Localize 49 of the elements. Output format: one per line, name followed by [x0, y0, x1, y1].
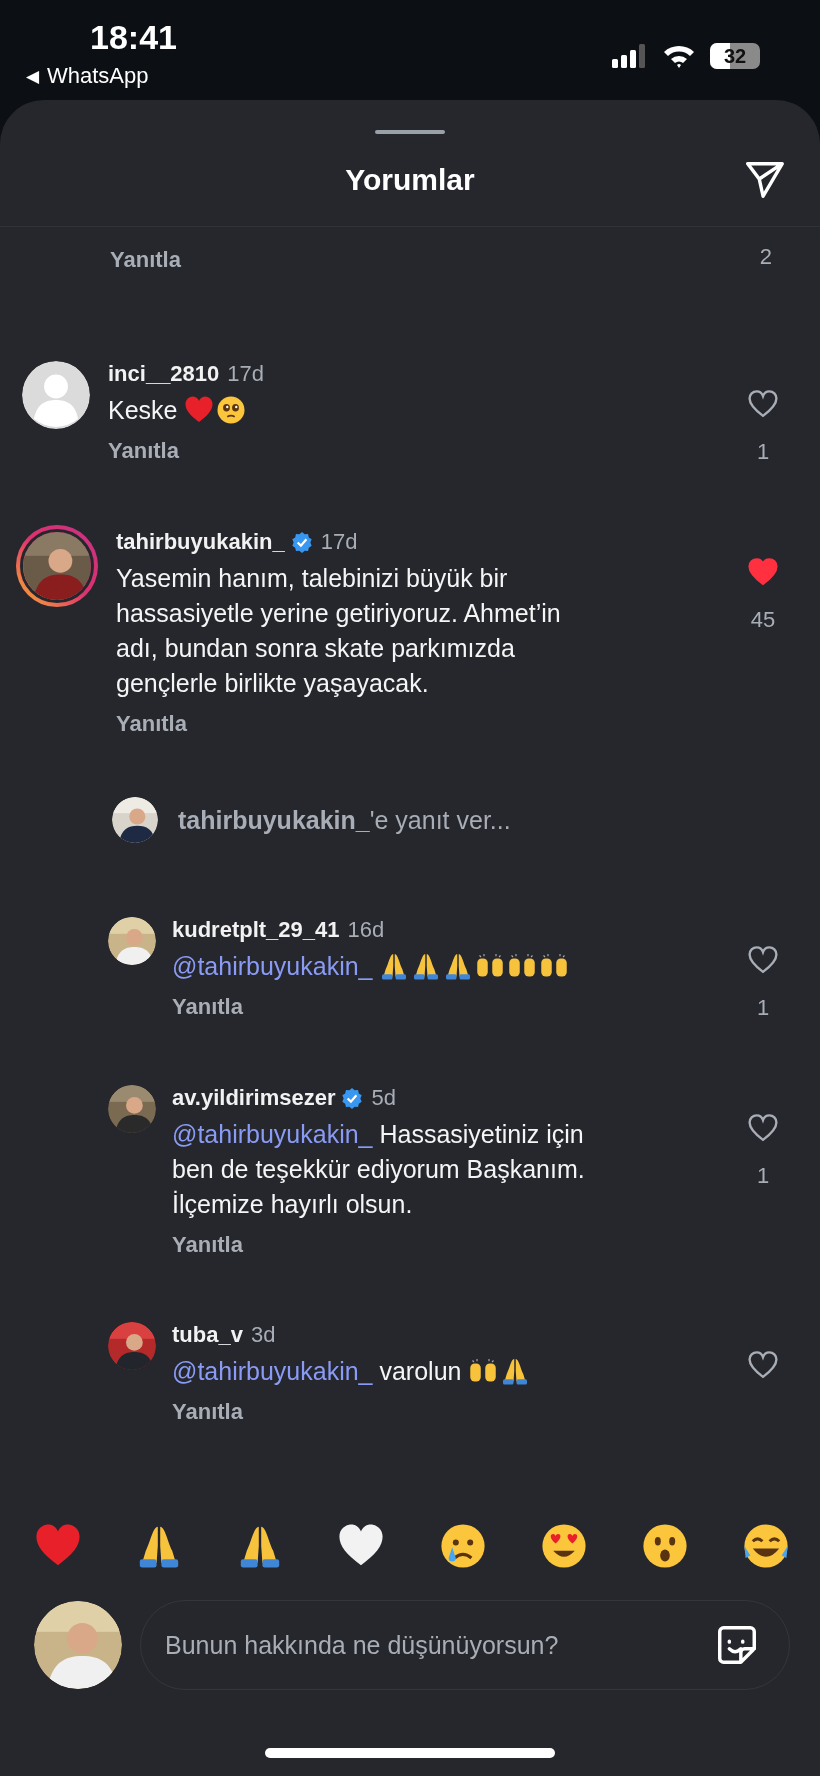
pleading-face-icon	[216, 395, 247, 425]
comment-time: 5d	[371, 1085, 396, 1111]
username[interactable]: kudretplt_29_41	[172, 917, 340, 943]
comment-text: Keske	[108, 393, 598, 428]
username[interactable]: tahirbuyukakin_	[116, 529, 285, 555]
reply-button[interactable]: Yanıtla	[110, 247, 181, 273]
comment-time: 16d	[347, 917, 385, 943]
like-heart-icon[interactable]	[747, 945, 779, 975]
like-count: 1	[756, 995, 770, 1021]
like-count: 1	[756, 439, 770, 465]
username[interactable]: tuba_v	[172, 1322, 243, 1348]
reply-prompt[interactable]: tahirbuyukakin_'e yanıt ver...	[178, 805, 511, 835]
comment-text: Yasemin hanım, talebinizi büyük bir hassasiyetle yerine getiriyoruz. Ahmet’in adı, bundan sonra skate parkımızda gençlerle birlikte yaşayacak.	[116, 563, 562, 699]
back-arrow[interactable]: ◀	[26, 65, 39, 87]
comment-time: 3d	[250, 1322, 276, 1348]
signal-icon	[612, 44, 648, 68]
reply-button[interactable]: Yanıtla	[172, 1399, 720, 1425]
default-avatar-icon	[22, 361, 90, 429]
comment-time: 17d	[320, 529, 358, 555]
reply-button[interactable]: Yanıtla	[116, 711, 718, 737]
comment-time: 17d	[227, 361, 265, 387]
reply-button[interactable]: Yanıtla	[172, 1232, 720, 1258]
like-count: 1	[756, 1163, 770, 1189]
username[interactable]: inci__2810	[108, 361, 220, 387]
like-count: 2	[759, 244, 772, 270]
back-app-link[interactable]: WhatsApp	[47, 63, 149, 89]
mention-link[interactable]: @tahirbuyukakin_	[172, 952, 373, 980]
crying-face-icon	[438, 1522, 487, 1570]
comment-text: @tahirbuyukakin_ Hassasiyetiniz için ben de teşekkür ediyorum Başkanım. İlçemize hayırlı olsun.	[172, 1119, 586, 1220]
username[interactable]: av.yildirimsezer	[172, 1085, 336, 1111]
reply-button[interactable]: Yanıtla	[172, 994, 720, 1020]
laughing-face-icon	[742, 1522, 790, 1570]
drag-handle[interactable]	[375, 130, 445, 134]
wifi-icon	[662, 44, 696, 68]
like-heart-icon[interactable]	[747, 557, 779, 587]
mention-link[interactable]: @tahirbuyukakin_	[172, 1120, 373, 1148]
like-heart-icon[interactable]	[747, 1350, 779, 1380]
like-heart-icon[interactable]	[747, 389, 779, 419]
heart-icon	[184, 395, 215, 425]
sheet-title: Yorumlar	[345, 163, 475, 197]
surprised-face-icon	[640, 1522, 689, 1570]
reply-button[interactable]: Yanıtla	[108, 438, 718, 464]
status-time: 18:41	[90, 18, 177, 57]
mention-link[interactable]: @tahirbuyukakin_	[172, 1357, 373, 1385]
comment-input[interactable]: Bunun hakkında ne düşünüyorsun?	[140, 1600, 790, 1690]
comment-text: @tahirbuyukakin_ varolun	[172, 1354, 622, 1389]
like-heart-icon[interactable]	[747, 1113, 779, 1143]
heart-eyes-face-icon	[539, 1522, 588, 1570]
like-count: 45	[750, 607, 776, 633]
